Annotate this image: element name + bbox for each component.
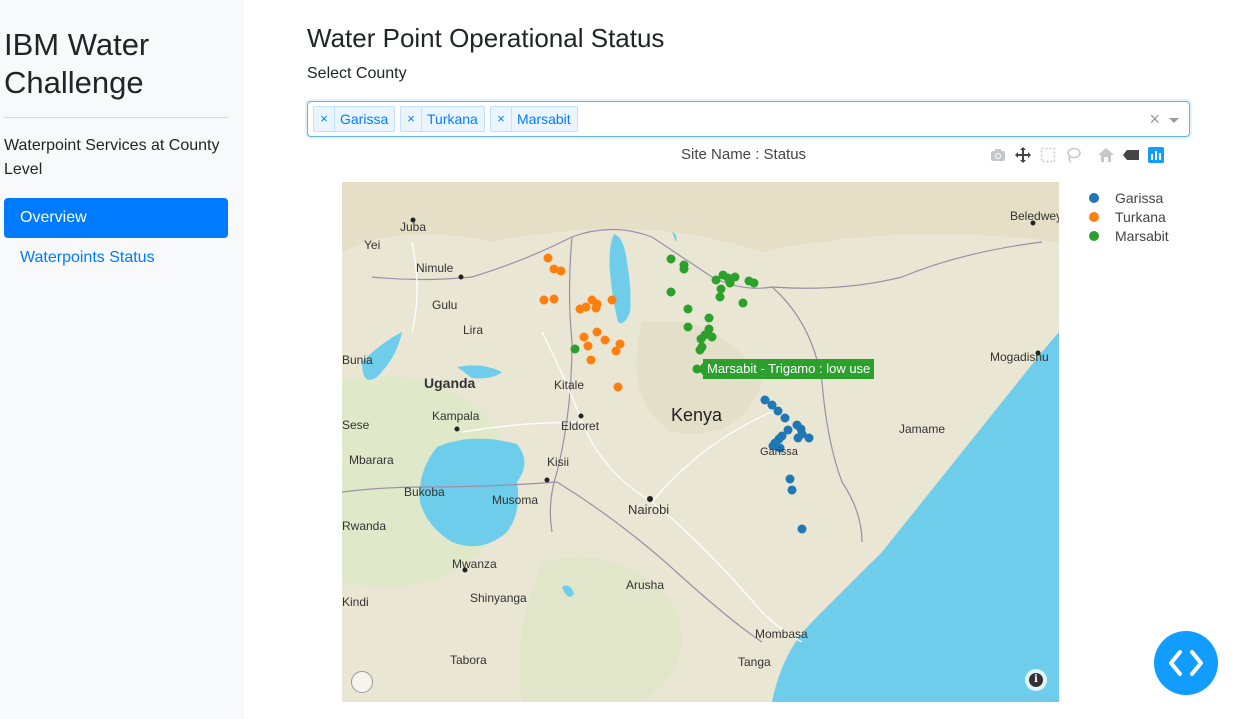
map-label-city: Arusha: [626, 578, 665, 592]
app-title: IBM Water Challenge: [4, 27, 150, 100]
legend-item-marsabit[interactable]: Marsabit: [1087, 226, 1169, 245]
remove-turkana-icon[interactable]: ×: [401, 107, 422, 131]
county-tag-label: Garissa: [340, 111, 389, 127]
county-tag-label: Turkana: [427, 111, 478, 127]
map-label-city: Beledweyne: [1010, 209, 1059, 223]
box-select-icon[interactable]: [1038, 145, 1057, 165]
page-title: Water Point Operational Status: [307, 23, 665, 53]
plotly-logo-icon[interactable]: [1146, 145, 1165, 165]
map-label-city: Shinyanga: [470, 591, 527, 605]
map-label-city: Sese: [342, 418, 370, 432]
legend-label: Garissa: [1115, 189, 1164, 206]
map-label-city: Tanga: [738, 655, 771, 669]
map-label-city: Bukoba: [404, 485, 445, 499]
map-label-city: Nimule: [416, 261, 454, 275]
reset-view-icon[interactable]: [1121, 145, 1140, 165]
nav-item-overview[interactable]: Overview: [4, 198, 228, 238]
county-multi-select[interactable]: × Garissa × Turkana × Marsabit ×: [307, 101, 1190, 137]
map-label-city: Mombasa: [755, 627, 808, 641]
map-view[interactable]: Juba Yei Nimule Gulu Lira Uganda Kitale …: [342, 182, 1059, 702]
remove-garissa-icon[interactable]: ×: [314, 107, 335, 131]
legend-item-turkana[interactable]: Turkana: [1087, 207, 1169, 226]
lasso-icon[interactable]: [1063, 145, 1082, 165]
mapbox-logo-icon[interactable]: [351, 671, 373, 693]
map-label-city: Juba: [400, 220, 427, 234]
sidebar-lead: Waterpoint Services at County Level: [4, 137, 220, 178]
county-tag-turkana: × Turkana: [400, 106, 485, 132]
map-label-city: Mogadishu: [990, 350, 1049, 364]
hover-label: Marsabit - Trigamo : low use: [703, 359, 875, 379]
clear-all-icon[interactable]: ×: [1149, 109, 1160, 129]
map-label-city: Jamame: [899, 422, 946, 436]
sidebar-divider: [4, 117, 228, 118]
legend-item-garissa[interactable]: Garissa: [1087, 188, 1169, 207]
map-label-city: Kindi: [342, 595, 369, 609]
map-label-city: Kitale: [554, 378, 585, 392]
camera-icon[interactable]: [988, 145, 1007, 165]
legend-marker: [1089, 230, 1099, 241]
map-label-city: Bunia: [342, 353, 373, 367]
remove-marsabit-icon[interactable]: ×: [491, 107, 512, 131]
map-label-city: Rwanda: [342, 519, 387, 533]
plot-modebar: [988, 145, 1165, 165]
plot-title: Site Name : Status: [681, 146, 807, 163]
map-label-city: Lira: [463, 323, 484, 337]
map-label-city: Mbarara: [349, 453, 394, 467]
map-label-city: Eldoret: [561, 419, 600, 433]
sidebar: IBM Water Challenge Waterpoint Services …: [0, 0, 244, 719]
county-tag-marsabit: × Marsabit: [490, 106, 578, 132]
map-label-city: Yei: [364, 238, 381, 252]
county-tag-label: Marsabit: [517, 111, 571, 127]
map-label-city: Gulu: [432, 298, 458, 312]
chevron-down-icon[interactable]: [1169, 118, 1179, 123]
map-label-city: Tabora: [450, 653, 487, 667]
map-label-city: Kampala: [432, 409, 480, 423]
map-label-city: Musoma: [492, 493, 539, 507]
code-brackets-icon[interactable]: [1154, 631, 1218, 695]
nav-item-waterpoints-status[interactable]: Waterpoints Status: [4, 238, 228, 278]
map-label-city: Kisii: [547, 455, 570, 469]
map-label-country: Kenya: [671, 405, 723, 425]
basemap: [342, 182, 1059, 702]
legend-label: Turkana: [1115, 208, 1166, 225]
pan-icon[interactable]: [1013, 145, 1032, 165]
info-icon[interactable]: i: [1025, 669, 1047, 691]
select-county-label: Select County: [307, 65, 407, 82]
legend-marker: [1089, 211, 1099, 222]
map-label-city: Garissa: [760, 446, 798, 458]
legend-label: Marsabit: [1115, 227, 1169, 244]
map-label-city: Mwanza: [452, 557, 497, 571]
map-label-city: Nairobi: [628, 502, 670, 517]
legend-marker: [1089, 192, 1099, 203]
home-icon[interactable]: [1096, 145, 1115, 165]
county-tag-garissa: × Garissa: [313, 106, 396, 132]
map-label-country: Uganda: [424, 375, 476, 391]
plot-legend: Garissa Turkana Marsabit: [1087, 188, 1169, 245]
